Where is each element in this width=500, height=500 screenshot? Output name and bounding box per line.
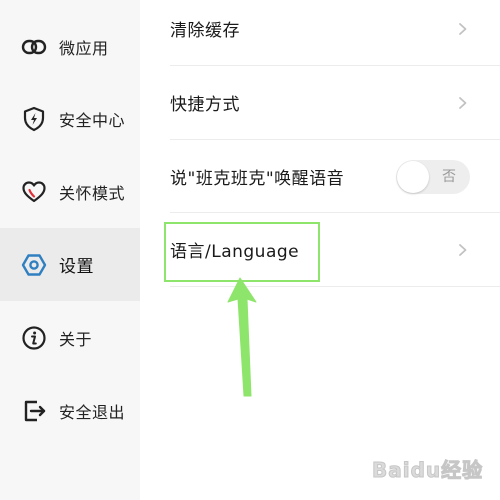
settings-row-shortcut[interactable]: 快捷方式 (170, 66, 500, 139)
hexagon-gear-icon (21, 252, 47, 278)
heart-icon (21, 179, 47, 205)
sidebar-item-label: 设置 (59, 257, 94, 277)
sidebar-item-label: 微应用 (59, 38, 109, 58)
sidebar-item-about[interactable]: 关于 (0, 301, 140, 374)
sidebar: 微应用 安全中心 关怀模式 设置 关于 安全退出 (0, 0, 140, 500)
info-icon (21, 325, 47, 351)
watermark-text: Baidu经验 (371, 458, 484, 483)
settings-row-voice-wakeup[interactable]: 说"班克班克"唤醒语音 否 (170, 140, 500, 213)
settings-row-label: 快捷方式 (170, 95, 240, 115)
toggle-knob (397, 160, 429, 193)
pointer-arrow-icon (227, 277, 257, 397)
sidebar-item-label: 关于 (59, 329, 93, 349)
app-screen: 微应用 安全中心 关怀模式 设置 关于 安全退出 清除缓存 快捷方式 说"班克班… (0, 0, 500, 500)
sidebar-item-care-mode[interactable]: 关怀模式 (0, 155, 140, 228)
settings-row-label: 清除缓存 (170, 21, 240, 41)
sidebar-item-settings[interactable]: 设置 (0, 228, 140, 301)
exit-icon (21, 398, 47, 424)
settings-row-label: 说"班克班克"唤醒语音 (170, 169, 345, 189)
sidebar-item-security-center[interactable]: 安全中心 (0, 82, 140, 155)
divider (170, 286, 500, 287)
sidebar-item-label: 安全中心 (59, 110, 126, 130)
shield-bolt-icon (21, 106, 47, 132)
sidebar-item-micro-apps[interactable]: 微应用 (0, 10, 140, 83)
chevron-right-icon (459, 96, 467, 109)
chevron-right-icon (459, 243, 467, 256)
link-chain-icon (21, 34, 47, 60)
chevron-right-icon (459, 22, 467, 35)
toggle-state-text: 否 (442, 168, 456, 185)
voice-wakeup-toggle[interactable]: 否 (396, 159, 470, 194)
settings-row-clear-cache[interactable]: 清除缓存 (170, 0, 500, 65)
sidebar-item-label: 安全退出 (59, 402, 126, 422)
sidebar-item-logout[interactable]: 安全退出 (0, 374, 140, 447)
baidu-watermark: Baidu经验 (371, 452, 484, 483)
sidebar-item-label: 关怀模式 (59, 183, 126, 203)
